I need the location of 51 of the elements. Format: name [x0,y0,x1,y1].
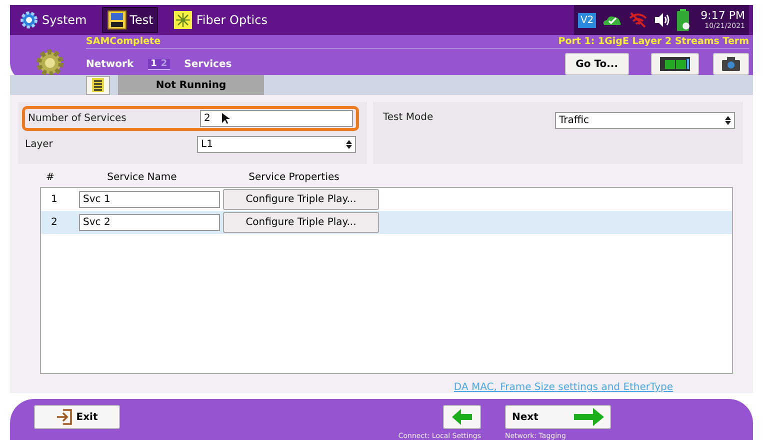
next-button[interactable]: Next [505,405,611,429]
top-tab[interactable]: Fiber Optics [168,7,272,33]
configure-button[interactable]: Configure Triple Play... [223,212,379,233]
wifi-off-icon [628,12,648,28]
column-header: Service Name [106,172,178,183]
input-field[interactable]: Svc 1 [79,191,220,208]
right-arrow-icon [574,408,604,426]
row-number: 1 [51,194,58,205]
test-status: Not Running [118,75,264,95]
app-title: SAMComplete [86,36,161,47]
back-button[interactable] [443,405,481,429]
exit-button[interactable]: Exit [34,405,120,429]
column-header: Service Properties [248,172,340,183]
version-badge: V2 [578,12,596,28]
field-label: Layer [25,139,54,150]
field-label: Number of Services [28,113,128,124]
table-row[interactable]: 2 Svc 2 Configure Triple Play... [41,211,732,234]
column-header: # [46,172,56,183]
device-icon [660,57,690,71]
notes-button[interactable] [86,76,110,94]
input-field[interactable]: Svc 2 [79,214,220,231]
mouse-pointer-icon [222,112,230,124]
layout-button[interactable] [651,53,699,75]
nav-label: Network [86,58,134,70]
notes-icon [92,78,104,92]
port-title: Port 1: 1GigE Layer 2 Streams Term [558,36,749,47]
burst-icon [173,10,194,30]
step-number: 2 [160,58,168,68]
left-arrow-icon [452,409,472,425]
gear-icon [19,10,39,30]
monitor-icon [106,10,127,30]
field-label: Test Mode [383,112,434,123]
up-down-arrows-icon [346,140,352,149]
input-field[interactable]: 2 [200,110,353,127]
go-to-button[interactable]: Go To... [564,53,629,75]
configure-button[interactable]: Configure Triple Play... [223,189,379,210]
top-tab[interactable]: Test [102,7,158,33]
up-down-arrows-icon [725,116,731,125]
dropdown[interactable]: Traffic [555,112,735,129]
table-row[interactable]: 1 Svc 1 Configure Triple Play... [41,188,732,211]
speaker-icon [652,12,671,28]
battery-icon [676,9,690,31]
exit-icon [56,409,72,425]
clock-time: 9:17 PM [700,10,745,22]
dropdown[interactable]: L1 [197,136,356,153]
step-number: 1 [150,58,157,68]
top-tab[interactable]: System [14,7,92,33]
row-number: 2 [51,217,58,228]
nav-label: Services [184,58,232,70]
camera-icon [722,57,740,71]
camera-button[interactable] [713,53,749,75]
